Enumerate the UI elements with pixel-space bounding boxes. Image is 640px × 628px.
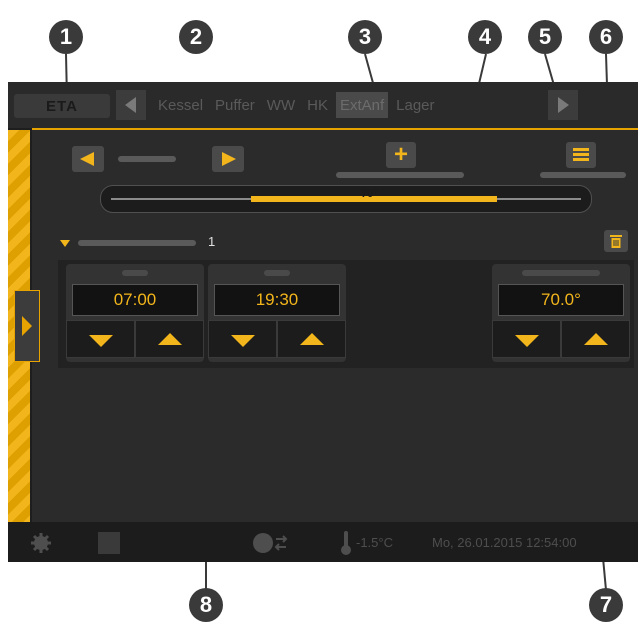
tab-bar: ETA Kessel Puffer WW HK ExtAnf Lager xyxy=(8,82,638,128)
tab-kessel[interactable]: Kessel xyxy=(154,92,208,118)
copy-button-label xyxy=(540,172,626,178)
schedule-panel: + 70° 1 07:00 19:30 70.0° xyxy=(32,130,638,522)
callout-8: 8 xyxy=(189,588,223,622)
date-time: Mo, 26.01.2015 12:54:00 xyxy=(432,535,577,550)
globe-sync-icon[interactable] xyxy=(252,531,290,555)
callout-3: 3 xyxy=(348,20,382,54)
callout-7: 7 xyxy=(589,588,623,622)
copy-schedule-button[interactable] xyxy=(566,142,596,168)
time-window-entry: 07:00 19:30 70.0° xyxy=(58,260,634,368)
start-time-increase-button[interactable] xyxy=(135,320,204,358)
delete-time-window-button[interactable] xyxy=(604,230,628,252)
plus-icon: + xyxy=(393,141,408,168)
trash-icon xyxy=(610,235,622,248)
eta-logo: ETA xyxy=(14,94,110,118)
temperature-decrease-button[interactable] xyxy=(492,320,561,358)
arrow-down-icon xyxy=(88,335,113,347)
previous-day-button[interactable] xyxy=(72,146,104,172)
tab-extanf[interactable]: ExtAnf xyxy=(335,92,389,118)
add-button-label xyxy=(336,172,464,178)
start-time-decrease-button[interactable] xyxy=(66,320,135,358)
temperature-card: 70.0° xyxy=(492,264,630,362)
tab-lager[interactable]: Lager xyxy=(392,92,439,118)
status-bar: -1.5°C Mo, 26.01.2015 12:54:00 xyxy=(8,522,638,562)
collapse-icon[interactable] xyxy=(60,240,70,247)
temperature-value[interactable]: 70.0° xyxy=(498,284,624,316)
time-window-number: 1 xyxy=(208,234,216,249)
start-time-card: 07:00 xyxy=(66,264,204,362)
side-panel-toggle-button[interactable] xyxy=(14,290,40,362)
device-screen: ETA Kessel Puffer WW HK ExtAnf Lager + 7… xyxy=(8,82,638,562)
list-icon xyxy=(573,148,589,161)
arrow-up-icon xyxy=(299,333,324,345)
tab-hk[interactable]: HK xyxy=(303,92,332,118)
callout-1: 1 xyxy=(49,20,83,54)
arrow-up-icon xyxy=(583,333,608,345)
end-time-card: 19:30 xyxy=(208,264,346,362)
status-square-icon xyxy=(98,532,120,554)
arrow-up-icon xyxy=(157,333,182,345)
temperature-increase-button[interactable] xyxy=(561,320,630,358)
callout-4: 4 xyxy=(468,20,502,54)
start-time-value[interactable]: 07:00 xyxy=(72,284,198,316)
settings-gear-icon[interactable] xyxy=(30,532,52,554)
end-time-decrease-button[interactable] xyxy=(208,320,277,358)
tab-ww[interactable]: WW xyxy=(262,92,300,118)
outside-temperature: -1.5°C xyxy=(356,535,393,550)
tab-puffer[interactable]: Puffer xyxy=(211,92,259,118)
next-day-button[interactable] xyxy=(212,146,244,172)
time-range-slider[interactable]: 70° xyxy=(100,185,592,213)
callout-6: 6 xyxy=(589,20,623,54)
time-window-header[interactable]: 1 xyxy=(60,230,634,254)
end-time-caption xyxy=(264,270,290,276)
add-time-window-button[interactable]: + xyxy=(386,141,416,168)
tab-scroll-left-button[interactable] xyxy=(116,90,146,120)
slider-temperature-label: 70° xyxy=(361,188,378,200)
callout-2: 2 xyxy=(179,20,213,54)
time-window-name xyxy=(78,240,196,246)
temperature-caption xyxy=(522,270,600,276)
end-time-value[interactable]: 19:30 xyxy=(214,284,340,316)
arrow-down-icon xyxy=(514,335,539,347)
end-time-increase-button[interactable] xyxy=(277,320,346,358)
tab-scroll-right-button[interactable] xyxy=(548,90,578,120)
thermometer-icon xyxy=(341,531,351,555)
tab-list: Kessel Puffer WW HK ExtAnf Lager xyxy=(154,92,439,118)
start-time-caption xyxy=(122,270,148,276)
callout-5: 5 xyxy=(528,20,562,54)
day-label xyxy=(118,156,176,162)
chevron-right-icon xyxy=(22,316,32,336)
arrow-down-icon xyxy=(230,335,255,347)
